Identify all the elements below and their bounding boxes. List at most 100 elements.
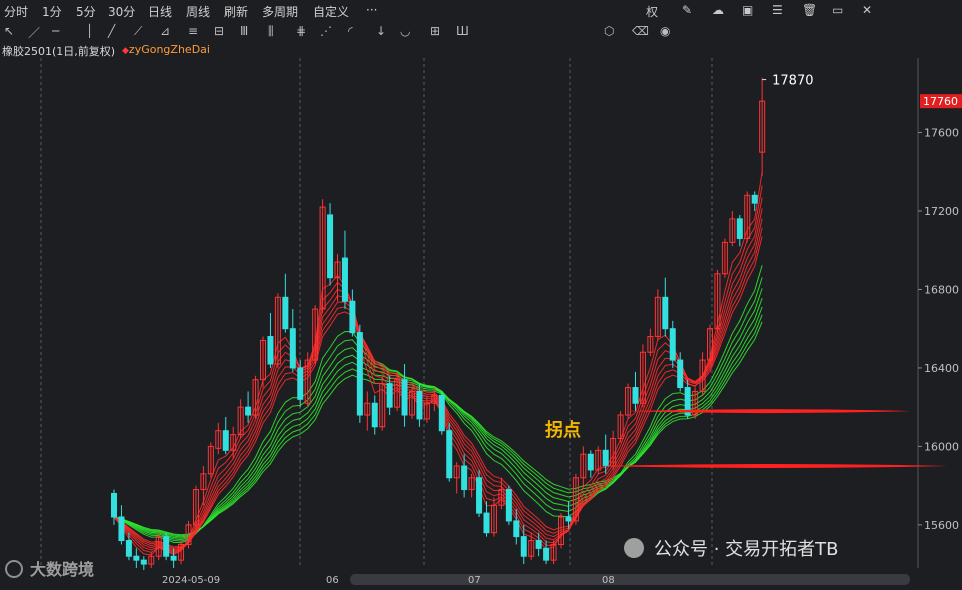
candle-body — [140, 559, 147, 565]
channel-icon[interactable]: ≡ — [188, 24, 198, 38]
fan-icon[interactable]: ⋰ — [320, 24, 332, 38]
candle-body — [677, 359, 684, 389]
fib-icon[interactable]: ⫼ — [268, 24, 274, 39]
diamond-icon: ◆ — [122, 46, 129, 56]
candle-body — [297, 367, 304, 400]
candle-body — [520, 536, 527, 557]
top-menu-bar: 分时 1分 5分 30分 日线 周线 刷新 多周期 自定义 ··· 权 ✎ ☁ ▣ ☰ 🗑 ▭ ✕ — [0, 0, 962, 22]
image-icon[interactable]: ▣ — [742, 3, 753, 17]
eye-icon[interactable]: ◉ — [660, 24, 670, 38]
menu-item-9[interactable]: ··· — [366, 3, 377, 17]
menu-item-4[interactable]: 日线 — [148, 3, 172, 20]
candle-body — [341, 257, 348, 302]
candle-body — [289, 328, 296, 369]
candle-body — [565, 516, 572, 522]
candle-body — [446, 430, 453, 479]
candle-body — [245, 406, 252, 416]
time-axis-label: 2024-05-09 — [162, 575, 220, 586]
chart-area[interactable]: 15600 16000 16400 16800 17200 17600 17760 拐点 178… — [0, 58, 962, 586]
candle-body — [111, 492, 117, 518]
candle-body — [602, 449, 609, 467]
candle-body — [438, 394, 445, 432]
cloud-download-icon[interactable]: ☁ — [712, 3, 724, 17]
candle-body — [543, 547, 550, 561]
shape-icon[interactable]: ⬡ — [604, 24, 614, 38]
menu-item-6[interactable]: 刷新 — [224, 3, 248, 20]
y-tick-label: 16800 — [924, 283, 959, 296]
candle-body — [327, 214, 334, 279]
menu-item-8[interactable]: 自定义 — [313, 3, 349, 20]
menu-item-0[interactable]: 分时 — [4, 3, 28, 20]
drawing-toolbar: ↖ ／ ─ │ ╱ ⟋ ⊿ ≡ ⊟ Ⅲ ⫼ ⋕ ⋰ ◜ ↓ ◡ ⊞ Ш ⬡ ⌫ ◉ — [0, 22, 962, 42]
candlestick-chart[interactable]: 15600 16000 16400 16800 17200 17600 17760 拐点 178… — [0, 58, 962, 586]
ray-icon[interactable]: ╱ — [108, 24, 115, 38]
candle-body — [416, 390, 423, 420]
watermark-left: 大数跨境 — [30, 560, 94, 579]
wechat-icon — [624, 538, 644, 558]
candle-body — [662, 296, 669, 330]
candle-body — [267, 336, 274, 365]
arc-icon[interactable]: ◜ — [348, 24, 353, 38]
candle-body — [349, 300, 356, 334]
candle-body — [751, 194, 758, 204]
info-bar: 橡胶2501(1日,前复权) ◆zyGongZheDai — [0, 42, 962, 58]
menu-item-7[interactable]: 多周期 — [262, 3, 298, 20]
time-axis-label: 07 — [468, 575, 481, 586]
candle-body — [356, 332, 363, 416]
trend-angle-icon[interactable]: ⊿ — [160, 24, 170, 38]
candle-body — [401, 379, 408, 416]
down-arrow-icon[interactable]: ↓ — [376, 24, 386, 38]
candle-body — [632, 387, 639, 404]
candle-body — [736, 218, 743, 239]
candle-body — [133, 555, 140, 561]
candle-body — [386, 383, 393, 408]
cycle-icon[interactable]: ◡ — [400, 24, 410, 38]
last-price-label: 17760 — [923, 95, 958, 108]
menu-item-5[interactable]: 周线 — [186, 3, 210, 20]
inflection-annotation: 拐点 — [545, 419, 581, 441]
y-tick-label: 17600 — [924, 127, 959, 140]
candle-body — [125, 540, 132, 557]
adjust-right-button[interactable]: 权 — [646, 3, 658, 20]
menu-item-3[interactable]: 30分 — [108, 3, 135, 20]
candle-body — [461, 465, 468, 491]
candle-body — [483, 512, 490, 534]
percent-icon[interactable]: Ш — [456, 24, 469, 38]
close-icon[interactable]: ✕ — [862, 3, 872, 17]
gann-icon[interactable]: ⋕ — [296, 24, 306, 38]
eraser-icon[interactable]: ⌫ — [632, 24, 649, 38]
y-tick-label: 17200 — [924, 205, 959, 218]
layout-icon[interactable]: ▭ — [832, 3, 843, 17]
candle-body — [587, 453, 594, 471]
peak-label: 17870 — [772, 74, 813, 89]
candle-body — [371, 402, 378, 428]
candle-body — [669, 328, 676, 361]
candle-body — [163, 536, 170, 557]
grid-icon[interactable]: ⊞ — [430, 24, 440, 38]
y-tick-label: 16000 — [924, 440, 959, 453]
period-icon[interactable]: Ⅲ — [240, 24, 248, 38]
time-axis-label: 06 — [326, 575, 339, 586]
menu-item-1[interactable]: 1分 — [42, 3, 62, 20]
pencil-icon[interactable]: ✎ — [682, 3, 692, 17]
symbol-label: 橡胶2501(1日,前复权) — [2, 45, 116, 58]
candle-body — [535, 540, 542, 549]
indicator-label[interactable]: ◆zyGongZheDai — [122, 43, 210, 56]
parallel-icon[interactable]: ⊟ — [214, 24, 224, 38]
hline-icon[interactable]: ─ — [52, 24, 59, 38]
menu-item-2[interactable]: 5分 — [76, 3, 96, 20]
candle-body — [513, 520, 520, 538]
sliders-icon[interactable]: ☰ — [772, 3, 783, 17]
y-tick-label: 15600 — [924, 519, 959, 532]
segment-icon[interactable]: ⟋ — [134, 24, 142, 39]
y-tick-label: 16400 — [924, 362, 959, 375]
line-icon[interactable]: ／ — [28, 24, 40, 41]
watermark-right: 公众号 · 交易开拓者TB — [654, 539, 839, 560]
indicator-name: zyGongZheDai — [128, 43, 210, 56]
cursor-icon[interactable]: ↖ — [4, 24, 14, 38]
trash-icon[interactable]: 🗑 — [802, 3, 817, 17]
scrollbar[interactable] — [350, 574, 910, 585]
candle-body — [222, 430, 229, 451]
vline-icon[interactable]: │ — [86, 24, 93, 38]
time-axis-label: 08 — [602, 575, 615, 586]
